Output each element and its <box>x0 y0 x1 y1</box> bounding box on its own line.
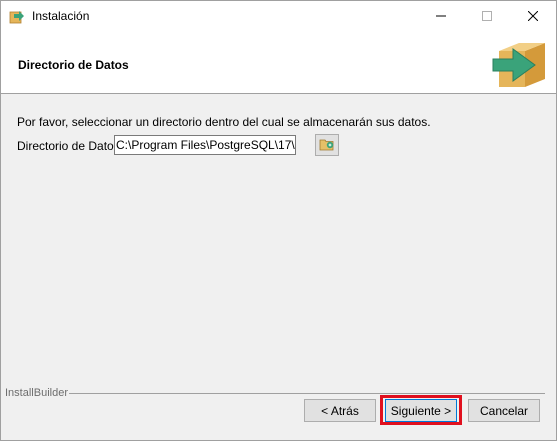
maximize-button[interactable] <box>464 1 510 31</box>
instruction-text: Por favor, seleccionar un directorio den… <box>17 115 431 129</box>
browse-button[interactable] <box>315 134 339 156</box>
installer-box-icon <box>9 8 25 24</box>
maximize-icon <box>482 8 492 24</box>
close-icon <box>527 8 539 24</box>
back-button[interactable]: < Atrás <box>304 399 376 422</box>
title-bar: Instalación <box>1 1 556 31</box>
footer-divider <box>69 393 545 394</box>
data-dir-label: Directorio de Datos <box>17 139 120 153</box>
cancel-button[interactable]: Cancelar <box>468 399 540 422</box>
page-title: Directorio de Datos <box>18 58 129 72</box>
page-header: Directorio de Datos <box>1 31 556 94</box>
installer-window: Instalación Directorio de Datos Por favo… <box>0 0 557 441</box>
minimize-icon <box>436 8 446 24</box>
installbuilder-label: InstallBuilder <box>5 387 68 399</box>
minimize-button[interactable] <box>418 1 464 31</box>
data-dir-input[interactable]: C:\Program Files\PostgreSQL\17\data <box>114 135 296 155</box>
installer-box-arrow-icon <box>491 33 551 89</box>
folder-browse-icon <box>319 137 335 154</box>
window-title: Instalación <box>32 9 90 23</box>
close-button[interactable] <box>510 1 556 31</box>
next-button[interactable]: Siguiente > <box>385 399 457 422</box>
